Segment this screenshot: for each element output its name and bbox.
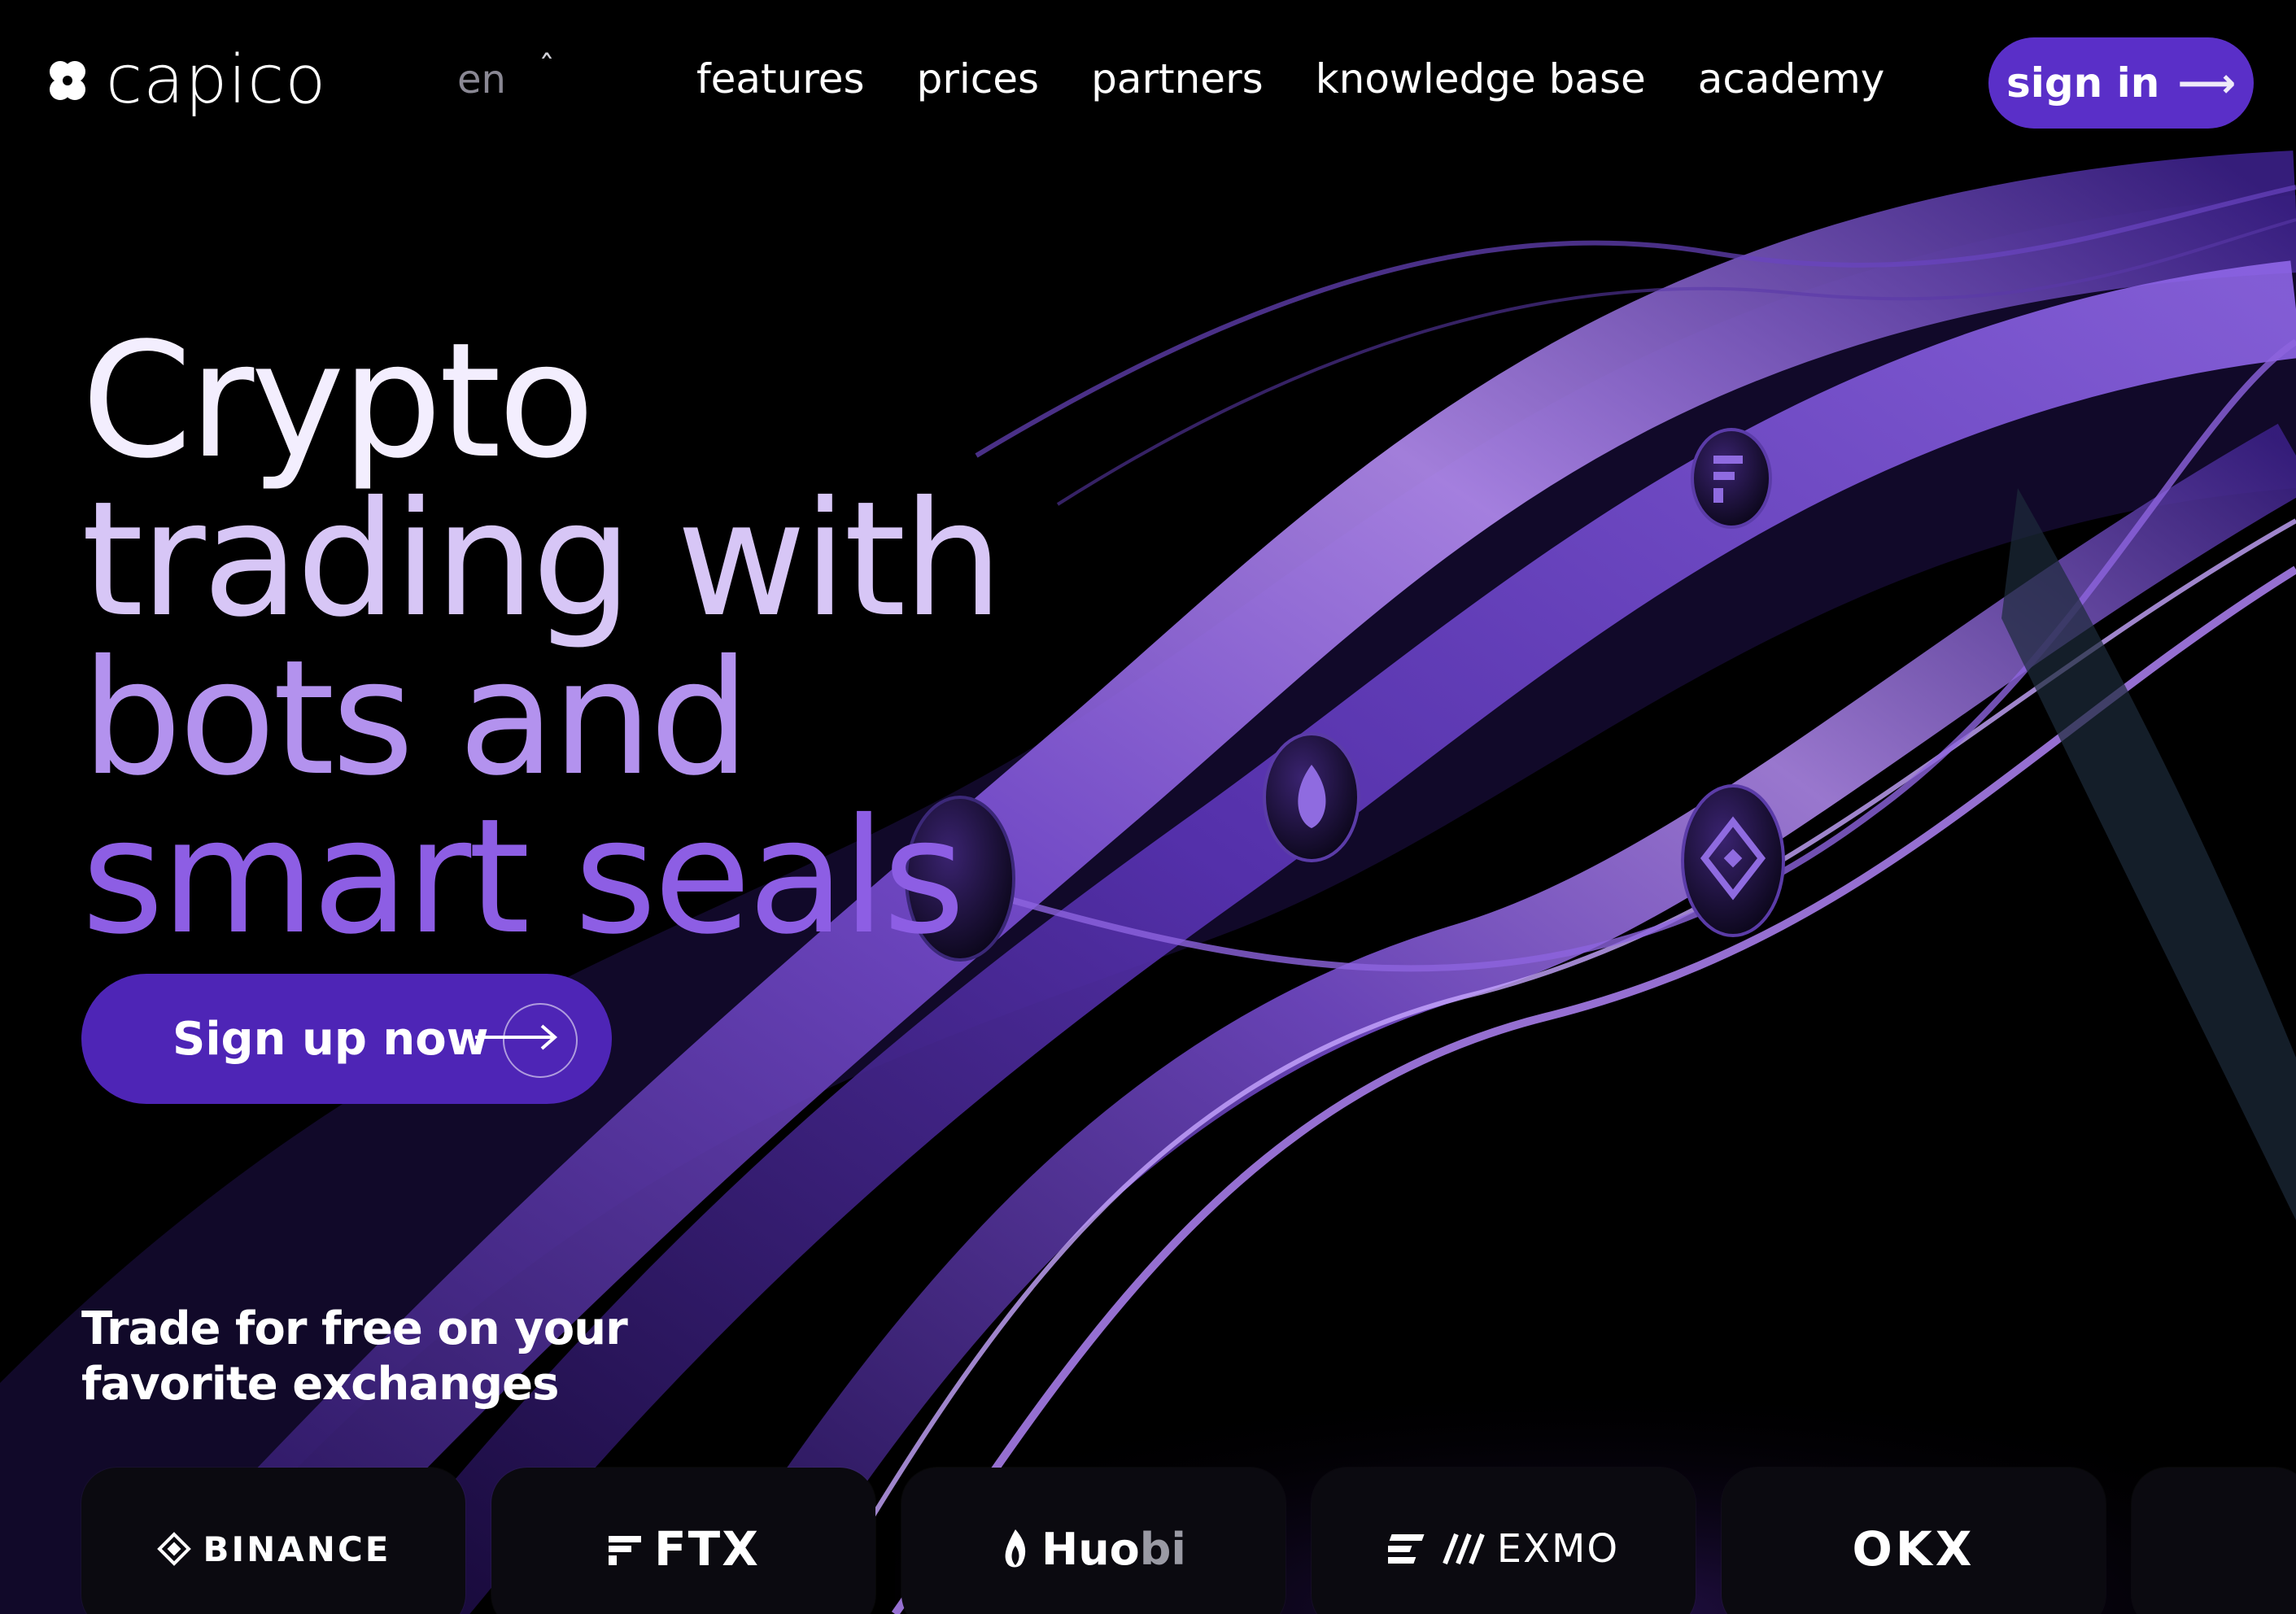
exchanges-heading: Trade for free on your favorite exchange… <box>81 1302 628 1412</box>
capico-logo-icon <box>50 61 85 100</box>
exchange-card-exmo[interactable]: EXMO <box>1312 1468 1696 1614</box>
exchange-name: BINANCE <box>203 1529 391 1569</box>
hero-line-3: bots and <box>81 626 750 810</box>
hero-line-4: smart seals <box>81 784 966 969</box>
exchange-name: EXMO <box>1496 1526 1620 1572</box>
nav-item-knowledge-base[interactable]: knowledge base <box>1316 55 1646 103</box>
nav-item-prices[interactable]: prices <box>917 55 1040 103</box>
exchange-card-ftx[interactable]: FTX <box>491 1468 875 1614</box>
huobi-flame-icon <box>1005 1529 1026 1568</box>
exchange-card-okx[interactable]: OKX <box>1722 1468 2106 1614</box>
brand-name: capico <box>106 41 327 119</box>
exchange-name: OKX <box>1852 1521 1975 1577</box>
exchanges-heading-line-1: Trade for free on your <box>81 1302 628 1355</box>
exchange-card-partial[interactable] <box>2132 1468 2296 1614</box>
ftx-coin-icon <box>1691 428 1772 529</box>
main-nav: features prices partners knowledge base … <box>696 55 1884 103</box>
exchange-card-huobi[interactable]: Huobi <box>901 1468 1285 1614</box>
page: capico en ˆ features prices partners kno… <box>0 0 2296 1614</box>
arrow-right-icon: ⟶ <box>2177 59 2237 107</box>
hero-line-1: Crypto <box>81 308 595 493</box>
language-selector[interactable]: en ˆ <box>457 50 555 103</box>
ftx-logo-icon <box>609 1536 642 1565</box>
brand-logo[interactable]: capico <box>44 47 326 114</box>
exchanges-heading-line-2: favorite exchanges <box>81 1358 559 1411</box>
hero-line-2: trading with <box>81 467 1003 652</box>
sign-in-button[interactable]: sign in ⟶ <box>1988 37 2254 129</box>
binance-logo-icon <box>156 1532 191 1566</box>
huobi-coin-icon <box>1263 732 1360 862</box>
nav-item-academy[interactable]: academy <box>1698 55 1885 103</box>
exchange-cards: BINANCE FTX Huobi EXMO OKX <box>81 1468 2296 1614</box>
language-current: en <box>457 57 506 103</box>
sign-in-label: sign in <box>2006 59 2160 107</box>
sign-up-button[interactable]: Sign up now <box>81 974 612 1104</box>
nav-item-partners[interactable]: partners <box>1091 55 1264 103</box>
exchange-name: FTX <box>654 1521 760 1577</box>
exchange-name: Huobi <box>1041 1523 1186 1575</box>
exchange-card-binance[interactable]: BINANCE <box>81 1468 465 1614</box>
nav-item-features[interactable]: features <box>696 55 865 103</box>
binance-coin-icon <box>1681 784 1785 937</box>
exmo-logo-icon <box>1387 1533 1485 1565</box>
arrow-right-icon <box>475 1024 558 1050</box>
chevron-up-icon: ˆ <box>538 50 555 87</box>
sign-up-label: Sign up now <box>172 1012 489 1066</box>
hero-heading: Crypto trading with bots and smart seals <box>81 308 1003 969</box>
